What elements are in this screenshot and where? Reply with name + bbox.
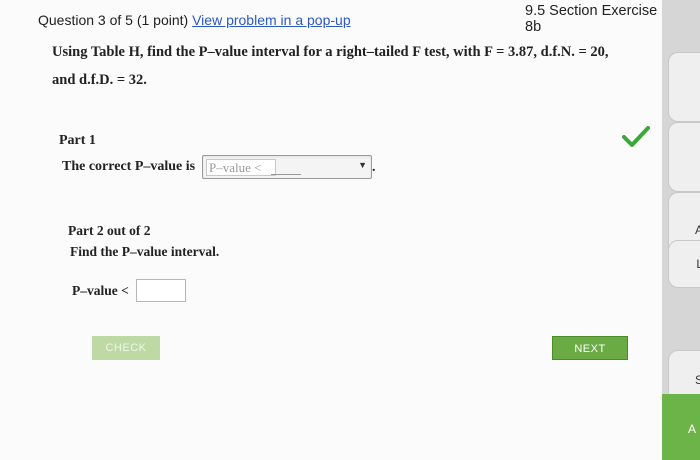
checkmark-icon: [622, 126, 650, 147]
side-tab-1[interactable]: [668, 52, 700, 122]
popup-link[interactable]: View problem in a pop-up: [192, 12, 351, 28]
dropdown-blank: [271, 174, 301, 175]
question-header: Question 3 of 5 (1 point) View problem i…: [38, 12, 351, 28]
pvalue-input-label: P–value <: [72, 283, 129, 298]
chevron-down-icon[interactable]: ▼: [358, 160, 367, 170]
problem-line-1: Using Table H, find the P–value interval…: [52, 44, 609, 60]
problem-statement: Using Table H, find the P–value interval…: [52, 38, 652, 94]
side-tab-letter-l: L: [696, 257, 700, 271]
part1-label: Part 1: [59, 133, 96, 148]
part1-text: The correct P–value is: [62, 159, 196, 174]
side-tab-4[interactable]: L: [668, 240, 700, 288]
side-tab-letter-s: S: [694, 373, 700, 387]
side-tab-2[interactable]: [668, 122, 700, 192]
check-button[interactable]: CHECK: [92, 336, 160, 360]
sentence-period: .: [372, 160, 376, 175]
question-number: Question 3 of 5 (1 point): [38, 12, 189, 28]
pvalue-input[interactable]: [136, 279, 186, 302]
part2-instruction: Find the P–value interval.: [70, 244, 220, 259]
exercise-title: 9.5 Section Exercise 8b: [525, 3, 658, 35]
side-tab-letter-a2: A: [687, 422, 696, 436]
pvalue-dropdown[interactable]: P–value < ▼: [202, 155, 372, 179]
problem-panel: Question 3 of 5 (1 point) View problem i…: [0, 0, 662, 460]
next-button[interactable]: NEXT: [552, 336, 628, 360]
part2-label: Part 2 out of 2: [68, 223, 151, 238]
problem-line-2: and d.f.D. = 32.: [52, 72, 147, 88]
side-tab-green[interactable]: A: [662, 394, 700, 460]
side-tab-letter-a: A: [694, 223, 700, 237]
side-panel: A L S A: [662, 0, 700, 460]
dropdown-selected-value: P–value <: [206, 159, 276, 176]
